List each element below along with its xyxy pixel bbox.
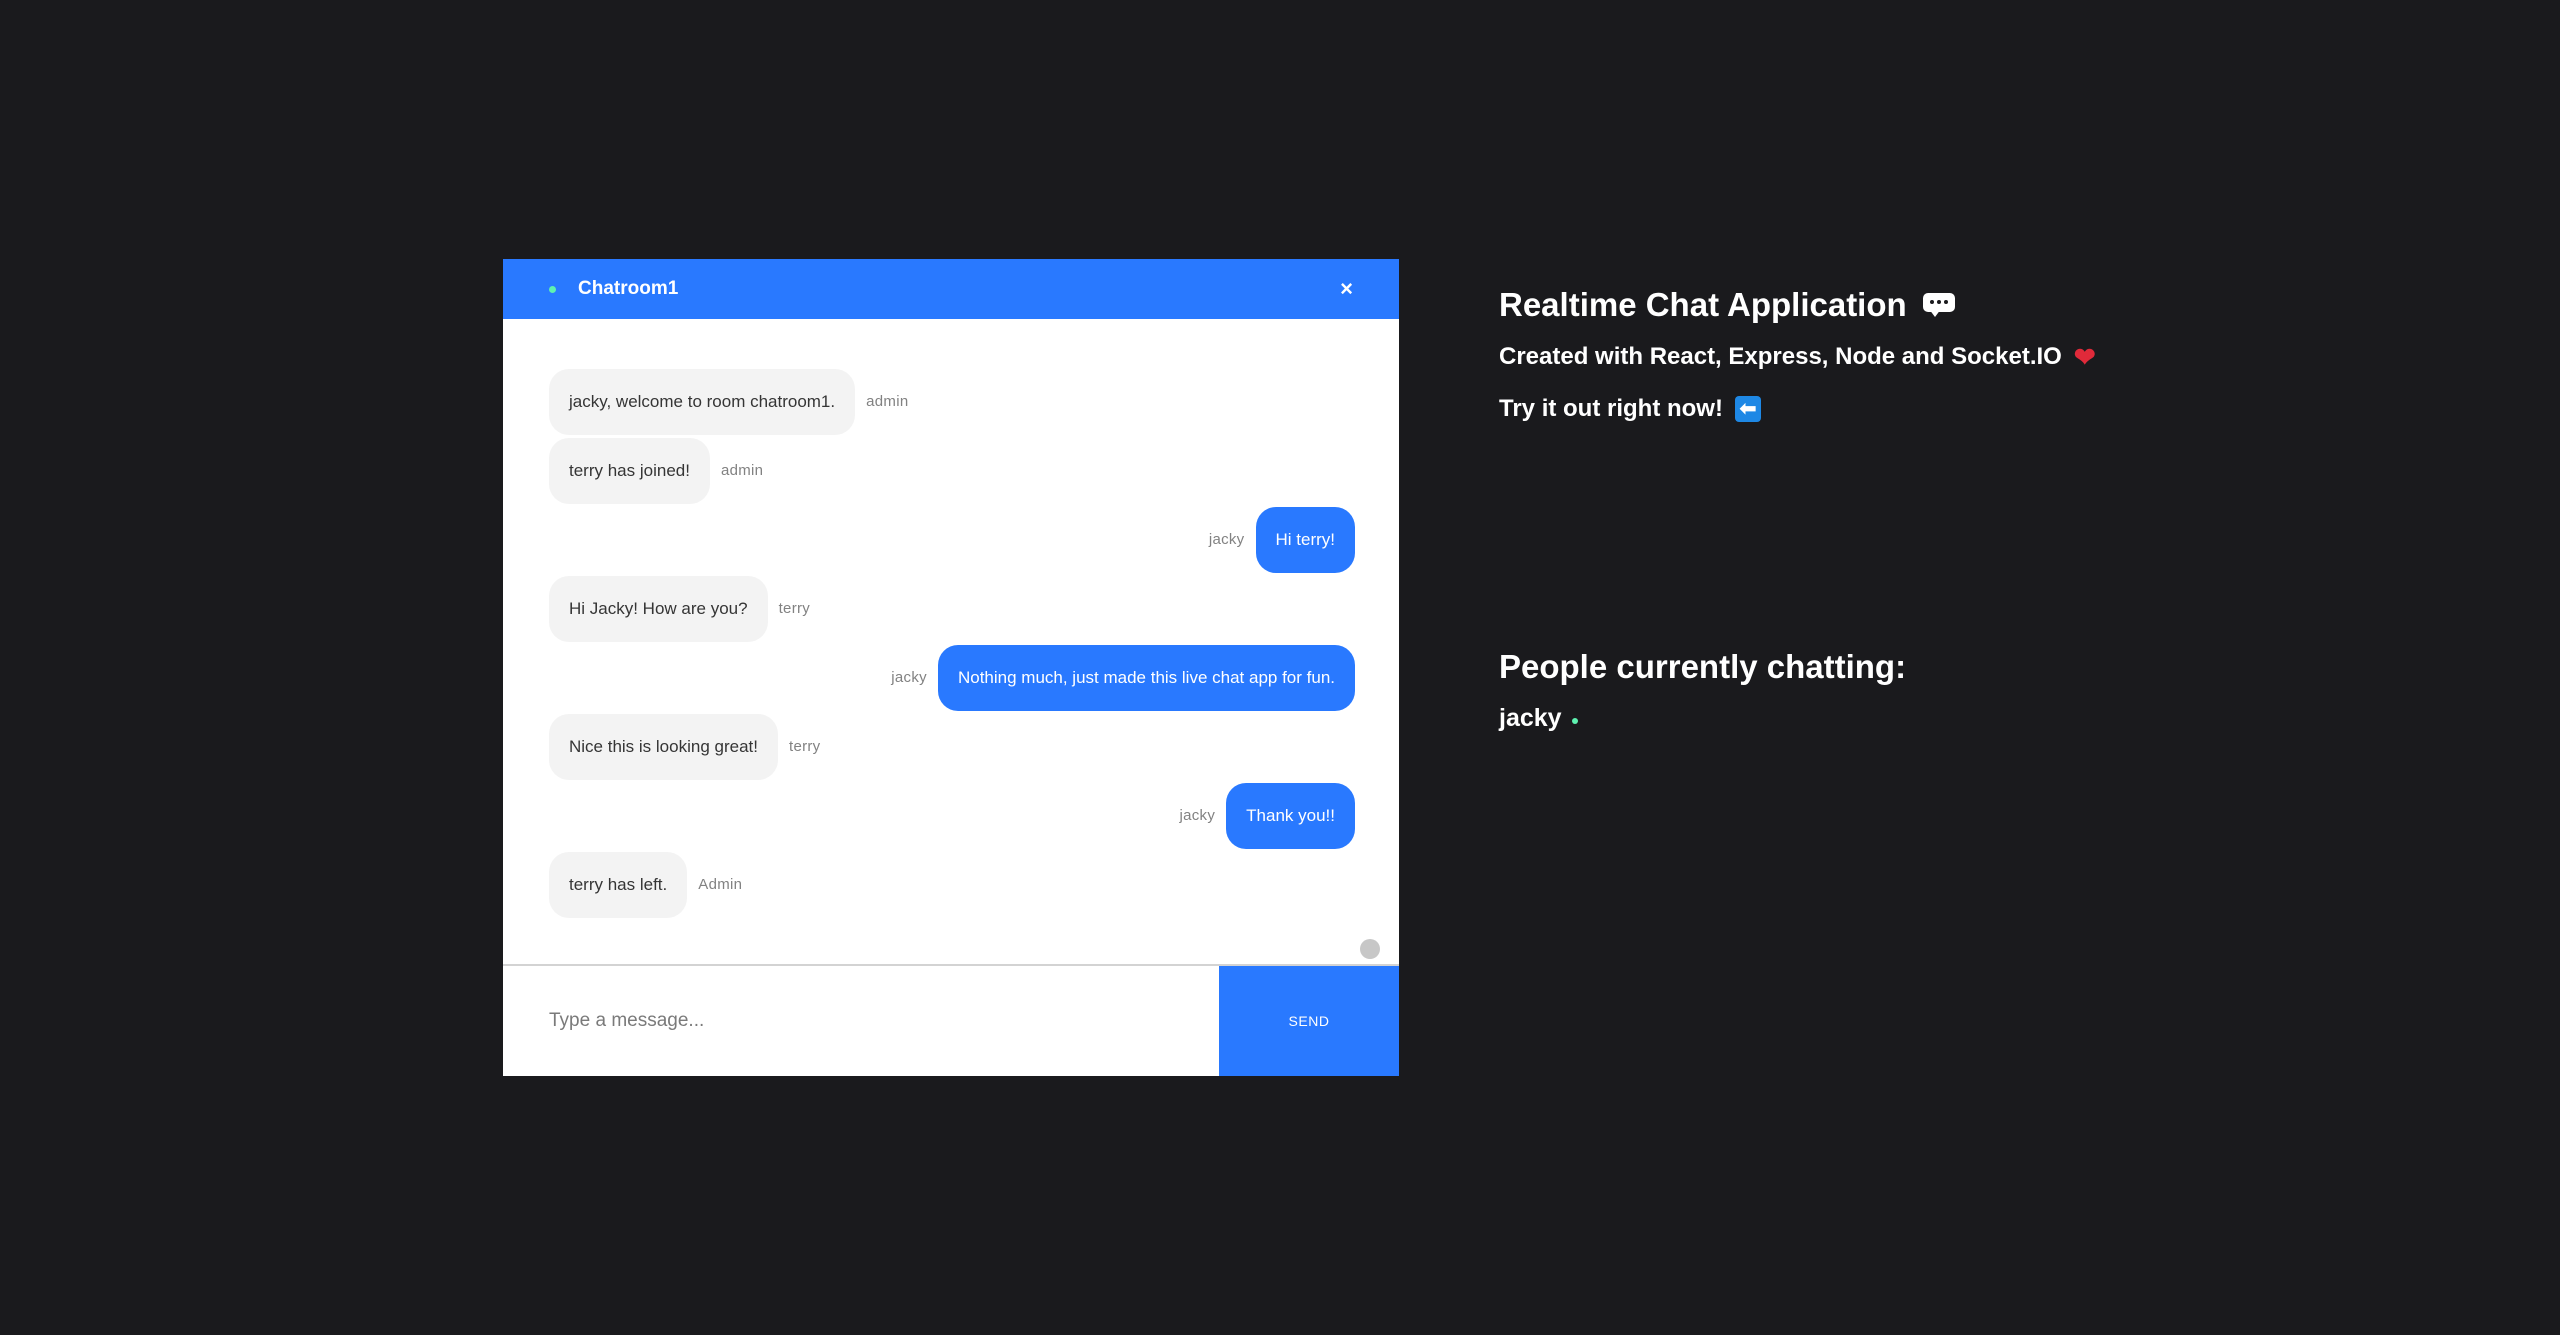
online-status-icon [1571, 717, 1578, 724]
close-icon[interactable]: × [1340, 278, 1353, 300]
people-section: People currently chatting: jacky [1499, 648, 1906, 733]
message-sender: jacky [891, 669, 927, 686]
message-bubble: jacky, welcome to room chatroom1. [549, 368, 856, 435]
message-row: terry has left. Admin [549, 850, 1355, 919]
left-arrow-icon: ⬅ [1734, 396, 1761, 422]
message-sender: admin [720, 462, 764, 479]
message-composer: SEND [503, 966, 1399, 1076]
app-stage: Chatroom1 × jacky, welcome to room chatr… [0, 0, 2560, 1335]
message-sender: Admin [698, 876, 743, 893]
heart-icon: ❤ [2073, 342, 2096, 372]
message-row: jacky Thank you!! [549, 781, 1355, 850]
message-sender: admin [866, 393, 909, 410]
message-bubble: Thank you!! [1226, 782, 1355, 849]
message-row: jacky Hi terry! [549, 505, 1355, 574]
message-bubble: Hi Jacky! How are you? [549, 575, 768, 642]
message-row: Hi Jacky! How are you? terry [549, 574, 1355, 643]
message-bubble: terry has joined! [549, 437, 710, 504]
scroll-to-bottom-button[interactable] [1360, 939, 1380, 959]
app-title-text: Realtime Chat Application [1499, 286, 1907, 323]
message-row: jacky, welcome to room chatroom1. admin [549, 367, 1355, 436]
message-bubble: Nothing much, just made this live chat a… [937, 644, 1355, 711]
message-bubble: terry has left. [549, 851, 688, 918]
info-panel: Realtime Chat Application Created with R… [1499, 283, 2096, 429]
created-with-text: Created with React, Express, Node and So… [1499, 343, 2062, 370]
message-sender: jacky [1179, 807, 1216, 824]
send-button[interactable]: SEND [1219, 966, 1399, 1076]
try-it-text: Try it out right now! [1499, 395, 1723, 422]
message-row: terry has joined! admin [549, 436, 1355, 505]
message-list[interactable]: jacky, welcome to room chatroom1. admin te… [503, 319, 1399, 966]
person-name: jacky [1499, 704, 1562, 732]
message-row: Nice this is looking great! terry [549, 712, 1355, 781]
chat-header: Chatroom1 × [503, 259, 1399, 319]
created-with-line: Created with React, Express, Node and So… [1499, 337, 2096, 377]
app-title: Realtime Chat Application [1499, 283, 2096, 327]
speech-balloon-icon [1922, 293, 1955, 317]
people-title: People currently chatting: [1499, 648, 1907, 685]
message-bubble: Hi terry! [1255, 506, 1355, 573]
message-row: jacky Nothing much, just made this live c… [549, 643, 1355, 712]
message-sender: jacky [1208, 531, 1245, 548]
chat-window: Chatroom1 × jacky, welcome to room chatr… [503, 259, 1399, 1076]
message-input[interactable] [503, 966, 1219, 1076]
try-it-line: Try it out right now! ⬅ [1499, 389, 2096, 429]
person-item: jacky [1499, 704, 1906, 733]
message-bubble: Nice this is looking great! [549, 713, 778, 780]
room-title: Chatroom1 [578, 278, 679, 299]
online-indicator-icon [549, 285, 556, 293]
people-list: jacky [1499, 704, 1906, 733]
message-sender: terry [788, 738, 821, 755]
message-sender: terry [778, 600, 811, 617]
